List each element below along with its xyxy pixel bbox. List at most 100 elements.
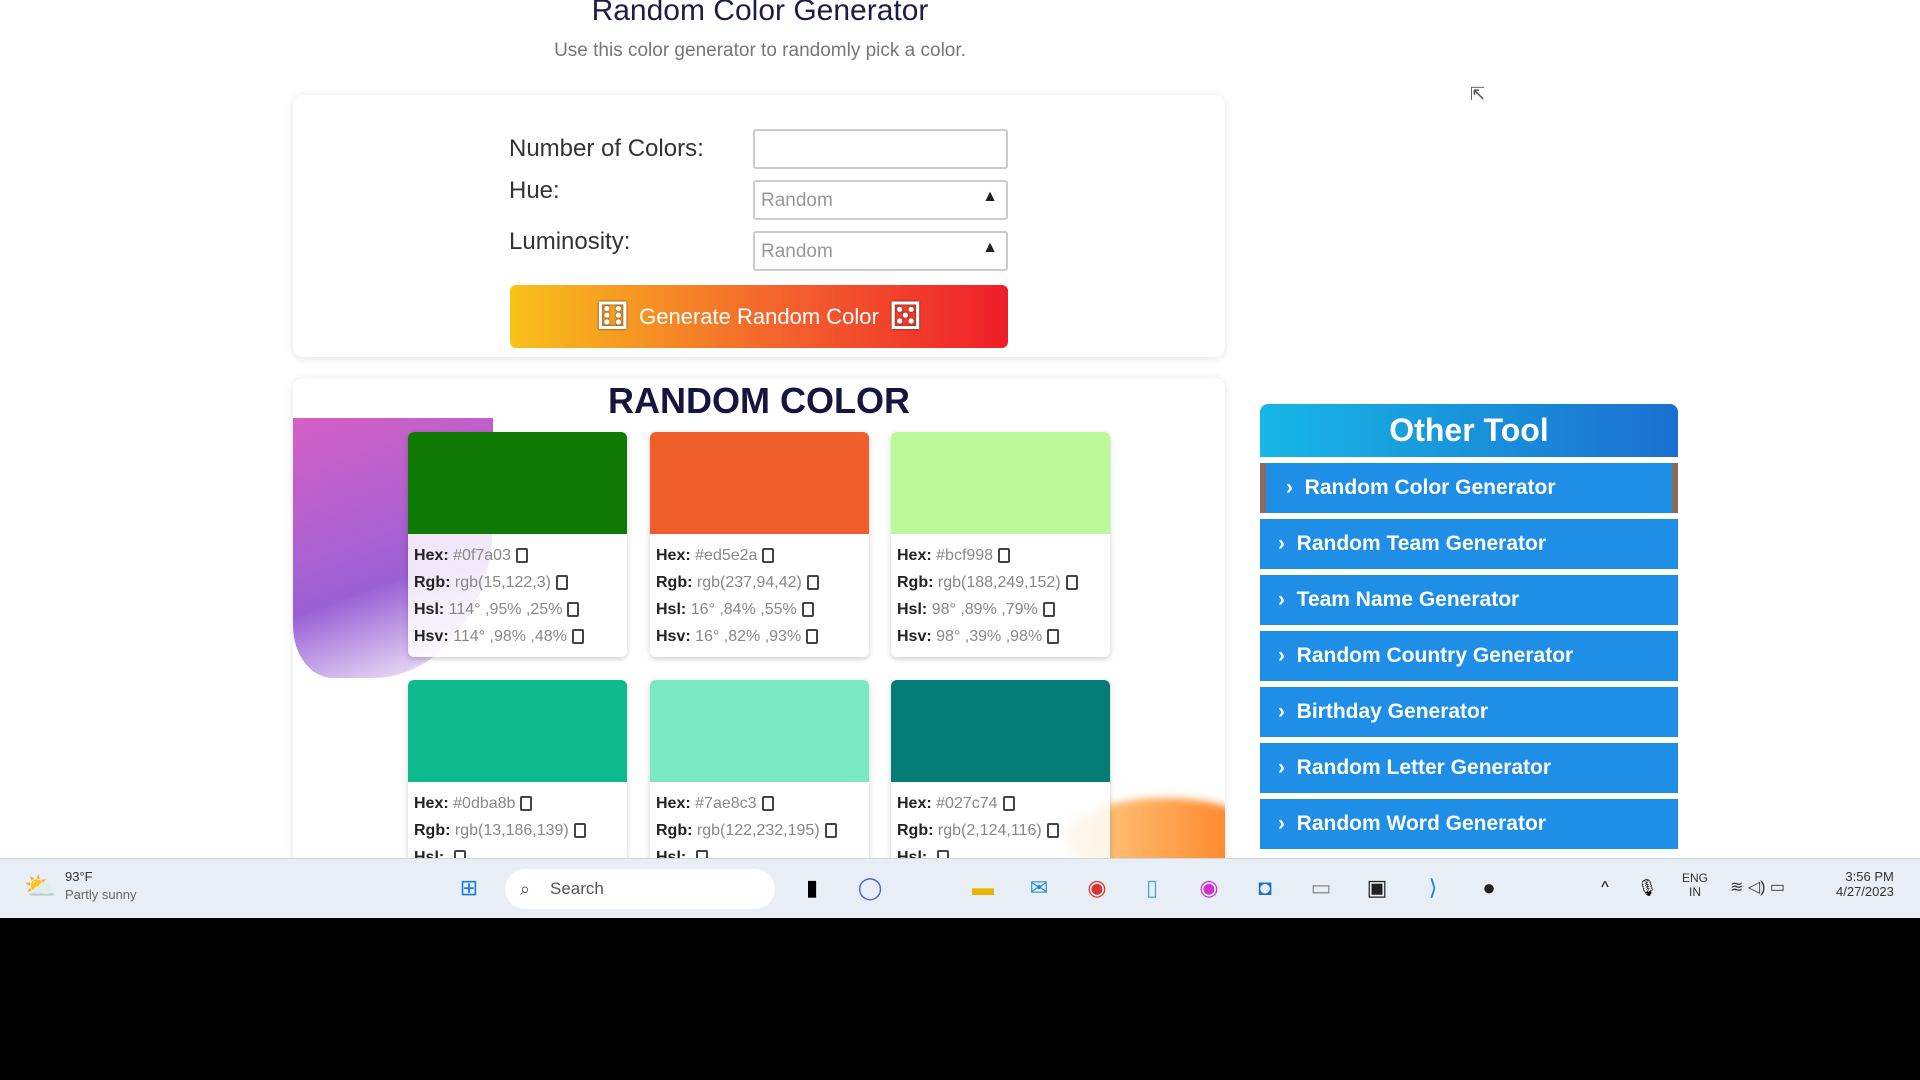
results-panel: RANDOM COLOR Hex: #0f7a03 Rgb: rgb(15,122… xyxy=(293,378,1225,918)
hex-row: Hex: #0dba8b xyxy=(408,790,627,817)
hex-label: Hex: xyxy=(897,795,932,812)
rgb-row: Rgb: rgb(2,124,116) xyxy=(891,817,1110,844)
luminosity-select[interactable]: Random ▲ xyxy=(753,231,1008,271)
rgb-row: Rgb: rgb(122,232,195) xyxy=(650,817,869,844)
results-title: RANDOM COLOR xyxy=(608,380,910,421)
chevron-right-icon: › xyxy=(1278,532,1297,555)
windows-start-icon[interactable]: ⊞ xyxy=(452,871,486,905)
rgb-label: Rgb: xyxy=(897,574,934,591)
chrome-icon[interactable]: ◉ xyxy=(1080,871,1114,905)
chrome-profile-icon[interactable]: ◉ xyxy=(1192,871,1226,905)
copy-icon[interactable] xyxy=(1047,629,1060,645)
copy-icon[interactable] xyxy=(762,548,775,564)
hsl-row: Hsl: 114° ,95% ,25% xyxy=(408,596,627,623)
sidebar-item-label: Birthday Generator xyxy=(1296,700,1489,723)
hsv-row: Hsv: 98° ,39% ,98% xyxy=(891,623,1110,650)
hsv-label: Hsv: xyxy=(414,628,449,645)
rgb-row: Rgb: rgb(188,249,152) xyxy=(891,569,1110,596)
rgb-label: Rgb: xyxy=(414,822,451,839)
color-preview[interactable] xyxy=(650,432,869,534)
copy-icon[interactable] xyxy=(801,602,814,618)
language-indicator[interactable]: ENG IN xyxy=(1682,871,1708,899)
chevron-right-icon: › xyxy=(1278,588,1297,611)
clock[interactable]: 3:56 PM 4/27/2023 xyxy=(1836,869,1894,899)
rgb-label: Rgb: xyxy=(656,574,693,591)
hsv-row: Hsv: 16° ,82% ,93% xyxy=(650,623,869,650)
weather-temp[interactable]: 93°F xyxy=(65,869,93,884)
generate-button[interactable]: ⚅ Generate Random Color ⚄ xyxy=(510,285,1008,348)
color-preview[interactable] xyxy=(408,432,627,534)
copy-icon[interactable] xyxy=(1002,796,1015,812)
other-tools-sidebar: Other Tool › Random Color Generator › Ran… xyxy=(1260,404,1678,849)
hue-select[interactable]: Random ▲ xyxy=(753,180,1008,220)
hsv-value: 16° ,82% ,93% xyxy=(695,628,802,645)
copy-icon[interactable] xyxy=(761,796,774,812)
hsl-label: Hsl: xyxy=(656,601,687,618)
sidebar-item[interactable]: › Birthday Generator xyxy=(1260,687,1678,737)
copy-icon[interactable] xyxy=(573,823,586,839)
microphone-icon[interactable]: 🎙 xyxy=(1630,871,1664,905)
copy-icon[interactable] xyxy=(515,548,528,564)
hex-value: #bcf998 xyxy=(936,547,994,564)
sidebar-item[interactable]: › Random Word Generator xyxy=(1260,799,1678,849)
network-volume-battery-icons[interactable]: ≋ ◁) ▭ xyxy=(1730,877,1785,897)
color-preview[interactable] xyxy=(891,680,1110,782)
hsv-row: Hsv: 114° ,98% ,48% xyxy=(408,623,627,650)
copy-icon[interactable] xyxy=(1046,823,1059,839)
number-of-colors-label: Number of Colors: xyxy=(509,135,704,162)
terminal-icon[interactable]: ▣ xyxy=(1360,871,1394,905)
copy-icon[interactable] xyxy=(1065,575,1078,591)
obs-icon[interactable]: ● xyxy=(1472,871,1506,905)
task-view-icon[interactable]: ▮ xyxy=(795,871,829,905)
copy-icon[interactable] xyxy=(567,602,580,618)
copy-icon[interactable] xyxy=(824,823,837,839)
date: 4/27/2023 xyxy=(1836,884,1894,899)
rgb-value: rgb(15,122,3) xyxy=(454,574,551,591)
sidebar-item-label: Random Country Generator xyxy=(1296,644,1574,667)
taskbar: ⛅ 93°F Partly sunny ⊞ ⌕ Search ▮ ◯ ▬ ✉ ◉ … xyxy=(0,858,1920,918)
rgb-value: rgb(13,186,139) xyxy=(454,822,569,839)
copy-icon[interactable] xyxy=(998,548,1011,564)
copy-icon[interactable] xyxy=(555,575,568,591)
sidebar-item[interactable]: › Random Country Generator xyxy=(1260,631,1678,681)
chevron-up-icon: ▲ xyxy=(982,188,998,205)
number-of-colors-input[interactable] xyxy=(753,129,1008,169)
phone-app-icon[interactable]: ▯ xyxy=(1135,871,1169,905)
hex-value: #ed5e2a xyxy=(695,547,758,564)
hex-row: Hex: #027c74 xyxy=(891,790,1110,817)
vscode-icon[interactable]: ⟩ xyxy=(1416,871,1450,905)
sidebar-item-label: Team Name Generator xyxy=(1296,588,1520,611)
hex-label: Hex: xyxy=(656,795,691,812)
sidebar-item[interactable]: › Team Name Generator xyxy=(1260,575,1678,625)
copy-icon[interactable] xyxy=(806,629,819,645)
mouse-cursor-icon: ⇱ xyxy=(1470,84,1486,104)
sidebar-item[interactable]: › Random Team Generator xyxy=(1260,519,1678,569)
generate-label: Generate Random Color xyxy=(639,303,879,329)
taskbar-search[interactable]: ⌕ Search xyxy=(505,869,775,909)
file-explorer-icon[interactable]: ▬ xyxy=(966,871,1000,905)
chevron-up-icon[interactable]: ^ xyxy=(1588,871,1622,905)
sidebar-item[interactable]: › Random Color Generator xyxy=(1260,463,1678,513)
remote-desktop-icon[interactable]: ▭ xyxy=(1304,871,1338,905)
chevron-right-icon: › xyxy=(1278,756,1297,779)
rgb-value: rgb(122,232,195) xyxy=(696,822,820,839)
weather-icon[interactable]: ⛅ xyxy=(24,871,56,902)
color-preview[interactable] xyxy=(408,680,627,782)
sidebar-item[interactable]: › Random Letter Generator xyxy=(1260,743,1678,793)
hex-label: Hex: xyxy=(414,795,449,812)
chat-icon[interactable]: ◯ xyxy=(853,871,887,905)
chevron-up-icon: ▲ xyxy=(982,239,998,256)
copy-icon[interactable] xyxy=(806,575,819,591)
color-swatch-card: Hex: #bcf998 Rgb: rgb(188,249,152) Hsl: 98… xyxy=(891,432,1110,657)
app-icon[interactable]: ◘ xyxy=(1248,871,1282,905)
copy-icon[interactable] xyxy=(571,629,584,645)
color-preview[interactable] xyxy=(650,680,869,782)
color-preview[interactable] xyxy=(891,432,1110,534)
page-subtitle: Use this color generator to randomly pic… xyxy=(554,40,966,61)
search-placeholder: Search xyxy=(550,879,604,898)
mail-icon[interactable]: ✉ xyxy=(1022,871,1056,905)
copy-icon[interactable] xyxy=(520,796,533,812)
hue-value: Random xyxy=(761,190,833,211)
copy-icon[interactable] xyxy=(1042,602,1055,618)
weather-desc[interactable]: Partly sunny xyxy=(65,887,137,902)
